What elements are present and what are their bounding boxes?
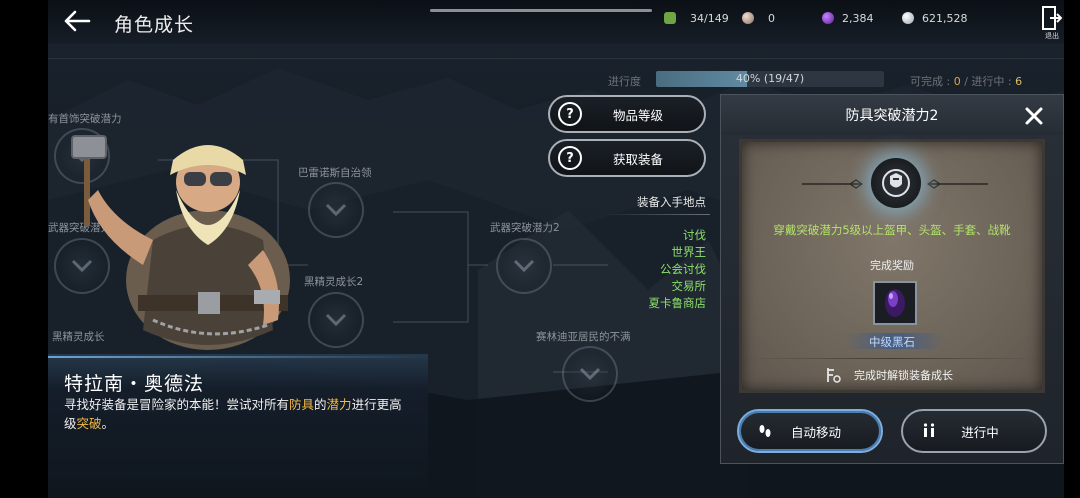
auto-move-button[interactable]: 自动移动 — [737, 409, 883, 453]
resource-silver: 621,528 — [902, 10, 968, 26]
get-equipment-button[interactable]: ? 获取装备 — [548, 139, 706, 177]
chevron-down-icon — [579, 367, 601, 381]
item-grade-button[interactable]: ? 物品等级 — [548, 95, 706, 133]
resource-pearl: 0 — [742, 10, 775, 26]
drag-handle[interactable] — [430, 9, 652, 12]
black-stone-icon — [885, 289, 905, 317]
acquisition-link[interactable]: 世界王 — [586, 244, 707, 260]
page-title: 角色成长 — [114, 14, 195, 36]
back-button[interactable] — [60, 6, 94, 36]
item-grade-label: 物品等级 — [612, 107, 663, 123]
progress-status: 可完成 : 0 / 进行中 : 6 — [910, 73, 1022, 89]
desc-text: 的 — [314, 397, 327, 412]
silver-coin-icon — [902, 12, 914, 24]
completable-value: 0 — [953, 75, 961, 88]
in-progress-label: 进行中 : — [971, 75, 1012, 88]
chevron-down-icon — [325, 203, 347, 217]
left-letterbox — [0, 0, 48, 498]
get-equipment-label: 获取装备 — [612, 151, 663, 167]
acquisition-link[interactable]: 夏卡鲁商店 — [586, 295, 707, 311]
in-progress-label: 进行中 — [961, 424, 999, 440]
status-separator: / — [964, 75, 968, 88]
tree-node[interactable] — [308, 292, 364, 348]
in-progress-button[interactable]: 进行中 — [901, 409, 1047, 453]
character-description: 寻找好装备是冒险家的本能！尝试对所有防具的潜力进行更高级突破。 — [64, 395, 404, 433]
resource-value: 621,528 — [922, 11, 968, 25]
character-accent-line — [48, 356, 428, 358]
close-button[interactable] — [1023, 105, 1045, 127]
desc-highlight: 防具 — [289, 397, 315, 412]
unlock-text: 完成时解锁装备成长 — [854, 369, 953, 382]
exit-door-icon — [1042, 6, 1062, 30]
node-label: 武器突破潜力2 — [490, 222, 560, 234]
close-icon — [1025, 107, 1043, 125]
desc-highlight: 潜力 — [326, 397, 352, 412]
green-ticket-icon — [664, 12, 676, 24]
acquisition-link[interactable]: 讨伐 — [586, 227, 706, 243]
desc-text: 。 — [101, 416, 115, 431]
armor-icon — [882, 169, 910, 197]
acquisition-link[interactable]: 公会讨伐 — [586, 261, 706, 277]
armor-quest-emblem — [871, 158, 921, 208]
resource-value: 0 — [768, 11, 775, 25]
pearl-icon — [742, 12, 754, 24]
character-name: 特拉南・奥德法 — [64, 373, 205, 395]
chevron-down-icon — [325, 313, 347, 327]
quest-parchment: 穿戴突破潜力5级以上盔甲、头盔、手套、战靴 完成奖励 中级黑石 完成时解锁装备成… — [739, 139, 1045, 393]
exit-label: 退出 — [1045, 32, 1059, 40]
tree-node[interactable] — [496, 238, 552, 294]
character-portrait — [71, 135, 290, 350]
reward-name: 中级黑石 — [869, 335, 915, 349]
node-label: 黑精灵成长2 — [304, 276, 364, 288]
screen: 角色成长 34/149 0 2,384 621,528 退出 进行度 40% (… — [0, 0, 1080, 498]
top-divider — [48, 58, 1064, 59]
desc-highlight: 突破 — [76, 416, 102, 431]
tree-node[interactable] — [562, 346, 618, 402]
reward-item-slot[interactable] — [873, 281, 917, 325]
completable-label: 可完成 : — [910, 75, 951, 88]
arrow-left-icon — [64, 10, 91, 32]
chevron-down-icon — [513, 259, 535, 273]
requirement-text: 穿戴突破潜力5级以上盔甲、头盔、手套、战靴 — [773, 223, 1011, 237]
in-progress-value: 6 — [1015, 75, 1023, 88]
acquisition-title: 装备入手地点 — [637, 195, 706, 209]
resource-energy: 2,384 — [822, 10, 874, 26]
node-label: 巴雷诺斯自治领 — [298, 167, 372, 179]
auto-move-label: 自动移动 — [790, 424, 841, 440]
exit-button[interactable]: 退出 — [1041, 6, 1063, 42]
right-letterbox — [1064, 0, 1080, 498]
unlock-divider — [742, 358, 1042, 359]
resource-value: 2,384 — [842, 11, 874, 25]
panel-title: 防具突破潜力2 — [845, 108, 939, 124]
purple-orb-icon — [822, 12, 834, 24]
reward-label: 完成奖励 — [870, 259, 914, 272]
tree-node[interactable] — [308, 182, 364, 238]
resource-value: 34/149 — [690, 11, 729, 25]
unlock-key-icon — [824, 366, 842, 384]
node-label: 赛林迪亚居民的不满 — [536, 331, 631, 343]
desc-text: 寻找好装备是冒险家的本能！尝试对所有 — [64, 397, 290, 412]
resource-tickets: 34/149 — [664, 10, 729, 26]
unlock-info: 完成时解锁装备成长 — [824, 366, 953, 384]
acquisition-link[interactable]: 交易所 — [586, 278, 707, 294]
acquisition-divider — [600, 214, 710, 215]
quest-detail-panel: 防具突破潜力2 穿戴突破潜力5级以上盔甲、头盔、手套、战靴 完成奖励 中级黑石 … — [720, 94, 1064, 464]
